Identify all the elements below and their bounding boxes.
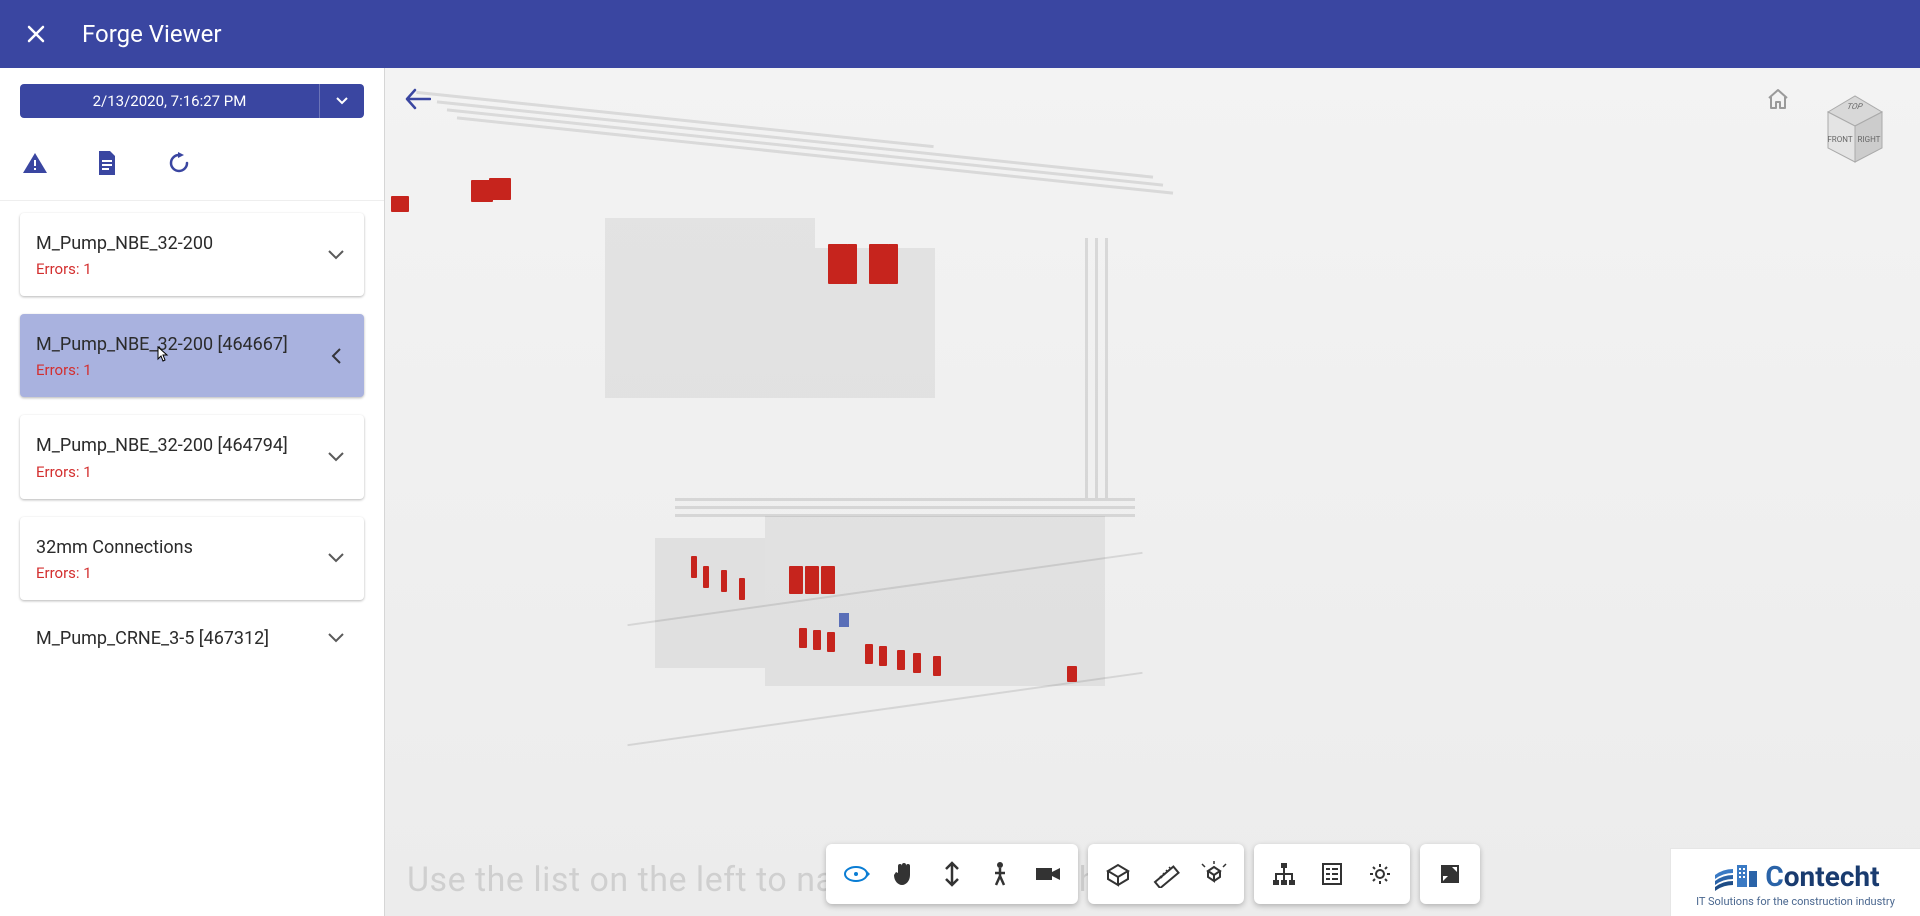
brand-initial: C	[1765, 860, 1783, 893]
measure-tool[interactable]	[1142, 854, 1190, 894]
chevron-down-icon	[328, 633, 344, 643]
explode-tool[interactable]	[1190, 854, 1238, 894]
properties-tool[interactable]	[1308, 854, 1356, 894]
brand-logo-main: Contecht	[1685, 859, 1906, 893]
refresh-icon	[167, 151, 191, 175]
expand-toggle[interactable]	[324, 546, 348, 570]
date-select-caret	[320, 84, 364, 118]
caret-down-icon	[336, 97, 348, 105]
document-tab[interactable]	[92, 148, 122, 178]
sidebar-icon-row	[0, 130, 384, 201]
issue-card-body: M_Pump_NBE_32-200 [464667] Errors: 1	[36, 332, 324, 379]
chevron-down-icon	[328, 452, 344, 462]
close-icon	[26, 24, 46, 44]
orbit-icon	[842, 861, 870, 887]
chevron-down-icon	[328, 250, 344, 260]
app-title: Forge Viewer	[82, 20, 222, 48]
issue-card-title: M_Pump_CRNE_3-5 [467312]	[36, 626, 324, 651]
warning-icon	[22, 151, 48, 175]
issue-card-errors: Errors: 1	[36, 564, 324, 582]
section-icon	[1105, 861, 1131, 887]
warnings-tab[interactable]	[20, 148, 50, 178]
section-tool[interactable]	[1094, 854, 1142, 894]
brand-logo-icon	[1711, 859, 1761, 893]
main-area: 2/13/2020, 7:16:27 PM M_Pump_NBE_32-200	[0, 68, 1920, 916]
issue-card[interactable]: M_Pump_NBE_32-200 [464667] Errors: 1	[20, 314, 364, 397]
issue-card-title: M_Pump_NBE_32-200 [464794]	[36, 433, 324, 458]
ruler-icon	[1152, 860, 1180, 888]
chevron-left-icon	[331, 348, 341, 364]
fullscreen-group	[1420, 844, 1480, 904]
fullscreen-icon	[1439, 863, 1461, 885]
issue-card-errors: Errors: 1	[36, 260, 324, 278]
properties-icon	[1321, 862, 1343, 886]
hand-icon	[892, 861, 916, 887]
viewer-viewport[interactable]: TOP FRONT RIGHT	[385, 68, 1920, 916]
issue-card-body: M_Pump_NBE_32-200 [464794] Errors: 1	[36, 433, 324, 480]
zoom-icon	[941, 861, 963, 887]
chevron-down-icon	[328, 553, 344, 563]
tree-icon	[1271, 862, 1297, 886]
issue-card-title: M_Pump_NBE_32-200	[36, 231, 324, 256]
date-select-row: 2/13/2020, 7:16:27 PM	[0, 68, 384, 130]
issue-card-body: M_Pump_CRNE_3-5 [467312]	[36, 626, 324, 651]
pan-tool[interactable]	[880, 854, 928, 894]
issue-list: M_Pump_NBE_32-200 Errors: 1 M_Pump_NBE_3…	[0, 201, 384, 671]
brand-rest: ontecht	[1784, 860, 1880, 893]
issue-card-title: 32mm Connections	[36, 535, 324, 560]
expand-toggle[interactable]	[324, 243, 348, 267]
measure-tools-group	[1088, 844, 1244, 904]
date-select[interactable]: 2/13/2020, 7:16:27 PM	[20, 84, 364, 118]
walk-tool[interactable]	[976, 854, 1024, 894]
viewer-toolbar	[826, 844, 1480, 904]
issue-card[interactable]: M_Pump_NBE_32-200 [464794] Errors: 1	[20, 415, 364, 498]
expand-toggle[interactable]	[324, 445, 348, 469]
camera-icon	[1034, 864, 1062, 884]
issue-card-body: M_Pump_NBE_32-200 Errors: 1	[36, 231, 324, 278]
issue-card-body: 32mm Connections Errors: 1	[36, 535, 324, 582]
issue-card-title: M_Pump_NBE_32-200 [464667]	[36, 332, 324, 357]
orbit-tool[interactable]	[832, 854, 880, 894]
sidebar: 2/13/2020, 7:16:27 PM M_Pump_NBE_32-200	[0, 68, 385, 916]
issue-card[interactable]: 32mm Connections Errors: 1	[20, 517, 364, 600]
app-header: Forge Viewer	[0, 0, 1920, 68]
brand-logo: Contecht IT Solutions for the constructi…	[1670, 848, 1920, 916]
model-tools-group	[1254, 844, 1410, 904]
issue-card[interactable]: M_Pump_NBE_32-200 Errors: 1	[20, 213, 364, 296]
date-select-label: 2/13/2020, 7:16:27 PM	[20, 84, 320, 118]
explode-icon	[1201, 861, 1227, 887]
collapse-toggle[interactable]	[324, 344, 348, 368]
zoom-tool[interactable]	[928, 854, 976, 894]
issue-card-errors: Errors: 1	[36, 463, 324, 481]
model-canvas	[385, 68, 1920, 916]
fullscreen-tool[interactable]	[1426, 854, 1474, 894]
camera-tool[interactable]	[1024, 854, 1072, 894]
brand-tagline: IT Solutions for the construction indust…	[1685, 895, 1906, 908]
model-browser-tool[interactable]	[1260, 854, 1308, 894]
gear-icon	[1368, 862, 1392, 886]
nav-tools-group	[826, 844, 1078, 904]
issue-card[interactable]: M_Pump_CRNE_3-5 [467312]	[20, 618, 364, 651]
settings-tool[interactable]	[1356, 854, 1404, 894]
walk-icon	[991, 861, 1009, 887]
document-icon	[97, 151, 117, 175]
issue-card-errors: Errors: 1	[36, 361, 324, 379]
close-button[interactable]	[20, 18, 52, 50]
refresh-tab[interactable]	[164, 148, 194, 178]
expand-toggle[interactable]	[324, 626, 348, 650]
